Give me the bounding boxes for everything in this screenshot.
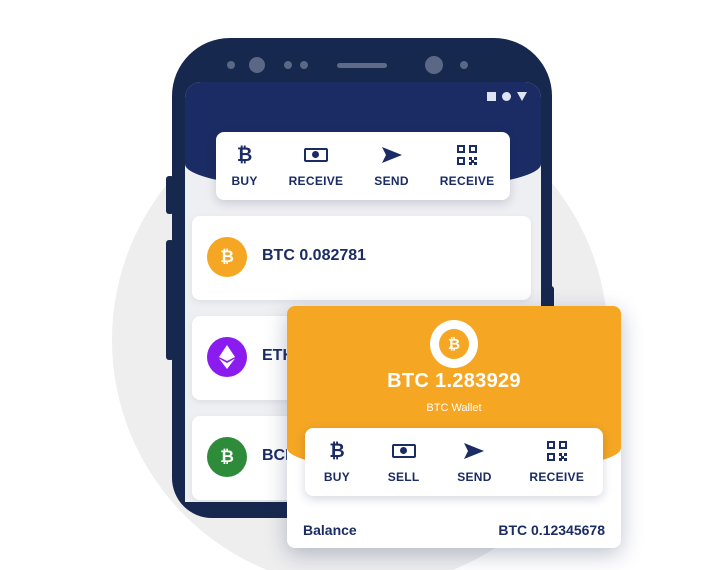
front-camera-icon	[425, 56, 443, 74]
cash-icon	[303, 147, 328, 162]
card-send-button[interactable]: SEND	[457, 441, 492, 484]
sensor-icon	[460, 61, 468, 69]
phone-receive-qr-button[interactable]: RECEIVE	[439, 144, 495, 188]
cash-icon	[391, 443, 416, 458]
action-label: RECEIVE	[529, 469, 585, 484]
bitcoin-cash-icon: ₿	[207, 437, 247, 477]
wallet-balance: BTC 0.082781	[262, 247, 367, 264]
phone-action-bar: ₿ BUY RECEIVE SEND RECEIVE	[216, 132, 510, 200]
card-receive-button[interactable]: RECEIVE	[529, 440, 585, 484]
bitcoin-symbol: ₿	[439, 329, 469, 359]
sensor-icon	[284, 61, 292, 69]
action-label: RECEIVE	[288, 173, 344, 188]
phone-buy-button[interactable]: ₿ BUY	[231, 145, 257, 188]
circle-icon	[502, 92, 511, 101]
balance-label: Balance	[303, 522, 357, 538]
bitcoin-icon: ₿	[207, 237, 247, 277]
action-label: BUY	[323, 469, 351, 484]
ethereum-icon	[207, 337, 247, 377]
send-icon	[381, 146, 402, 163]
phone-receive-button[interactable]: RECEIVE	[289, 145, 344, 188]
qr-code-icon	[546, 440, 567, 461]
sensor-icon	[227, 61, 235, 69]
bitcoin-icon: ₿	[236, 143, 253, 166]
card-sell-button[interactable]: SELL	[388, 441, 420, 484]
square-icon	[487, 92, 496, 101]
camera-icon	[249, 57, 265, 73]
bitcoin-icon: ₿	[430, 320, 478, 368]
phone-send-button[interactable]: SEND	[374, 145, 409, 188]
qr-code-icon	[457, 144, 478, 165]
speaker-grille	[337, 63, 387, 68]
wallet-amount: BTC 1.283929	[387, 370, 521, 392]
sensor-icon	[300, 61, 308, 69]
action-label: SEND	[374, 173, 409, 188]
action-label: SEND	[457, 469, 492, 484]
wallet-name: BTC Wallet	[426, 402, 482, 414]
balance-value: BTC 0.12345678	[498, 522, 605, 538]
action-label: SELL	[387, 469, 420, 484]
action-label: BUY	[231, 173, 258, 188]
triangle-icon	[517, 92, 527, 101]
send-icon	[464, 442, 485, 459]
status-bar	[487, 92, 527, 101]
wallet-row-btc[interactable]: ₿ BTC 0.082781	[192, 216, 531, 300]
action-label: RECEIVE	[439, 173, 495, 188]
bitcoin-icon: ₿	[329, 439, 345, 462]
card-buy-button[interactable]: ₿ BUY	[324, 441, 350, 484]
btc-wallet-card: ₿ BTC 1.283929 BTC Wallet ₿ BUY SELL SEN…	[287, 306, 621, 548]
card-action-bar: ₿ BUY SELL SEND RECEIVE	[305, 428, 603, 496]
